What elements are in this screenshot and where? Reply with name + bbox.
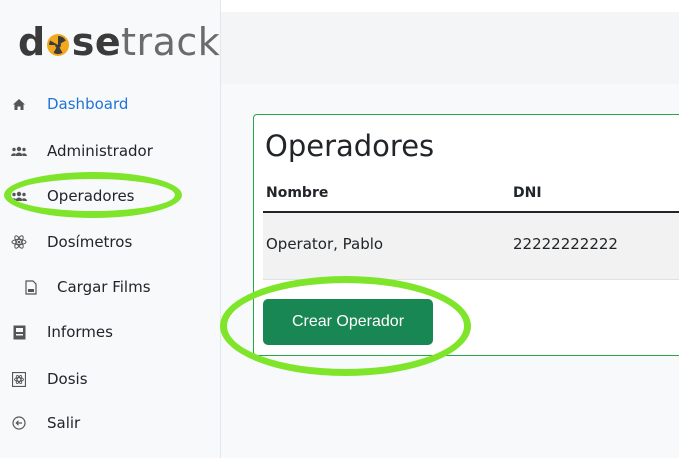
users-icon [10, 186, 28, 206]
users-icon [10, 141, 28, 161]
sidebar-item-label: Administrador [47, 142, 153, 160]
dose-icon [10, 369, 28, 389]
sidebar-item-label: Cargar Films [57, 278, 151, 296]
sidebar-item-label: Salir [47, 414, 81, 432]
table-row[interactable]: Operator, Pablo 22222222222 [263, 213, 679, 280]
sidebar-item-administrador[interactable]: Administrador [0, 136, 221, 166]
sidebar-item-salir[interactable]: Salir [0, 408, 221, 438]
sidebar-item-label: Dashboard [47, 95, 129, 113]
sidebar-item-dashboard[interactable]: Dashboard [0, 89, 221, 119]
logo-prefix: d [18, 20, 46, 64]
sidebar-item-label: Dosis [47, 370, 88, 388]
column-header-nombre[interactable]: Nombre [266, 185, 328, 201]
sidebar-item-dosis[interactable]: Dosis [0, 364, 221, 394]
sidebar-item-dosimetros[interactable]: Dosímetros [0, 227, 221, 257]
home-icon [10, 94, 28, 114]
top-bar [221, 12, 679, 85]
report-icon [10, 322, 28, 342]
logo-middle: se [71, 20, 122, 64]
column-header-dni[interactable]: DNI [513, 185, 542, 201]
cell-nombre: Operator, Pablo [266, 235, 384, 253]
crear-operador-button[interactable]: Crear Operador [263, 299, 433, 345]
sidebar-item-cargar-films[interactable]: Cargar Films [0, 272, 221, 302]
sidebar-item-informes[interactable]: Informes [0, 317, 221, 347]
sidebar-item-label: Operadores [47, 187, 135, 205]
atom-icon [10, 232, 28, 252]
cell-dni: 22222222222 [513, 235, 618, 253]
page-title: Operadores [265, 129, 435, 163]
file-icon [22, 277, 40, 297]
radiation-icon [47, 34, 69, 56]
sidebar-item-operadores[interactable]: Operadores [0, 181, 221, 211]
dosetrack-logo[interactable]: d setrack [0, 0, 221, 84]
logo-suffix: track [121, 20, 221, 64]
sidebar-item-label: Informes [47, 323, 113, 341]
sidebar-item-label: Dosímetros [47, 233, 133, 251]
sidebar: d setrack Dashboard Administrador Operado… [0, 0, 221, 458]
exit-icon [10, 413, 28, 433]
